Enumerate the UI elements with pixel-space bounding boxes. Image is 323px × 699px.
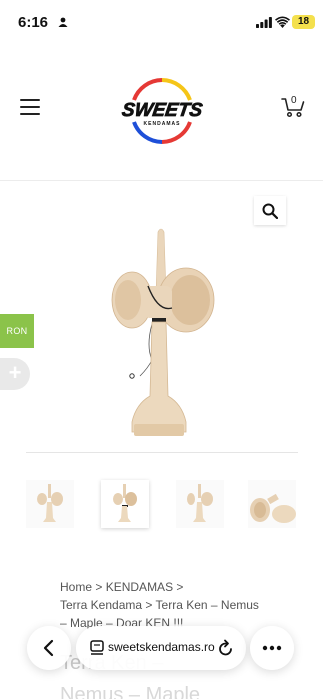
thumbnail-4[interactable] bbox=[248, 480, 296, 528]
hamburger-menu-icon[interactable] bbox=[20, 99, 40, 115]
plus-icon[interactable]: + bbox=[0, 358, 30, 390]
thumbnail-1[interactable] bbox=[26, 480, 74, 528]
chevron-left-icon bbox=[43, 639, 54, 657]
breadcrumb-separator: > bbox=[176, 580, 184, 594]
reload-icon[interactable] bbox=[218, 639, 234, 657]
sweets-kendamas-logo[interactable]: SWEETS KENDAMAS bbox=[120, 76, 204, 146]
product-thumbnails bbox=[26, 480, 323, 530]
page-settings-icon[interactable] bbox=[90, 640, 104, 656]
logo-text: SWEETS bbox=[121, 100, 204, 121]
status-time: 6:16 bbox=[18, 14, 49, 31]
currency-switcher[interactable]: RON bbox=[0, 314, 34, 348]
breadcrumb-home[interactable]: Home bbox=[60, 580, 92, 594]
breadcrumb-kendamas[interactable]: KENDAMAS bbox=[106, 580, 173, 594]
search-button[interactable] bbox=[254, 196, 286, 225]
breadcrumb: Home > KENDAMAS > Terra Kendama > Terra … bbox=[60, 578, 260, 632]
person-icon bbox=[58, 17, 68, 27]
gallery-divider bbox=[26, 452, 298, 453]
breadcrumb-terra-kendama[interactable]: Terra Kendama bbox=[60, 598, 142, 612]
back-button[interactable] bbox=[27, 626, 71, 670]
search-icon bbox=[262, 203, 278, 219]
product-image[interactable] bbox=[102, 226, 222, 446]
thumbnail-2[interactable] bbox=[101, 480, 149, 528]
thumbnail-3[interactable] bbox=[176, 480, 224, 528]
product-title-line2: Nemus – Maple bbox=[60, 684, 201, 699]
wifi-icon bbox=[275, 16, 290, 28]
address-bar[interactable]: sweetskendamas.ro bbox=[76, 626, 246, 670]
page: 6:16 18 SWEETS KENDAMAS 0 RON + Home > K… bbox=[0, 0, 323, 699]
breadcrumb-separator: > bbox=[95, 580, 103, 594]
more-dots-icon bbox=[262, 645, 282, 651]
battery-indicator: 18 bbox=[292, 15, 315, 29]
logo-subtext: KENDAMAS bbox=[144, 121, 181, 127]
site-header: SWEETS KENDAMAS 0 bbox=[0, 44, 323, 181]
url-text: sweetskendamas.ro bbox=[108, 640, 215, 654]
breadcrumb-separator: > bbox=[145, 598, 153, 612]
status-bar: 6:16 18 bbox=[0, 0, 323, 44]
more-options-button[interactable] bbox=[250, 626, 294, 670]
cart-count-badge: 0 bbox=[291, 95, 297, 106]
cellular-signal-icon bbox=[256, 17, 272, 28]
